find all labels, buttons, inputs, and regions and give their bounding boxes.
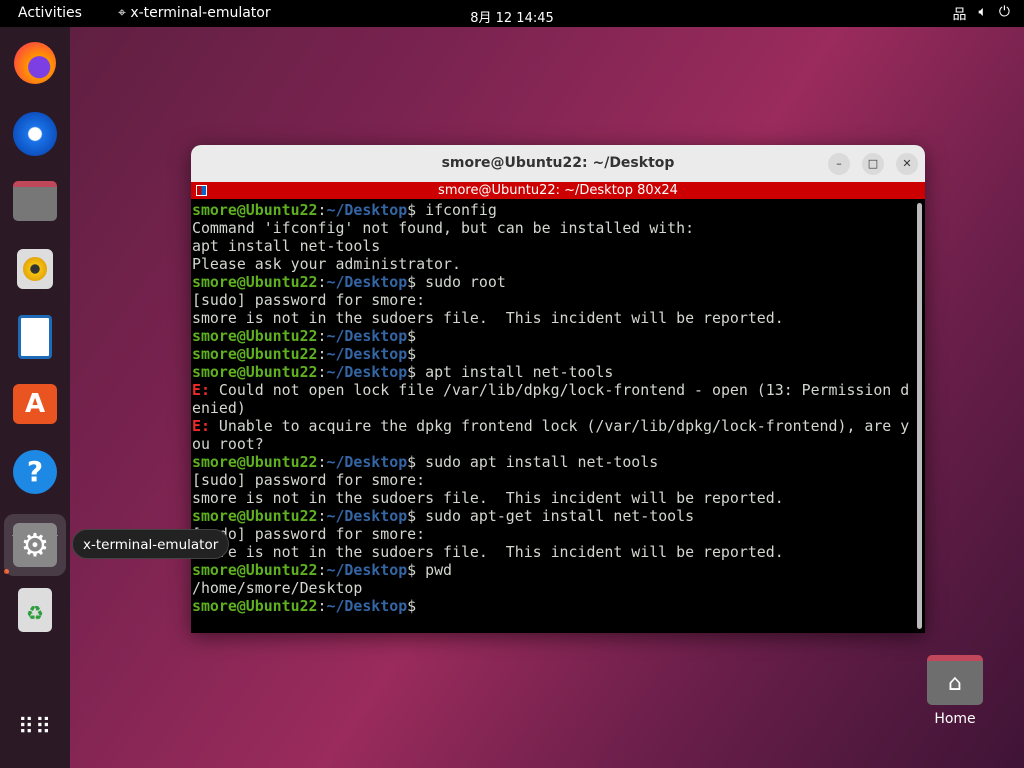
clock[interactable]: 8月 12 14:45 <box>0 7 1024 26</box>
terminal-line: Command 'ifconfig' not found, but can be… <box>192 219 909 237</box>
close-button[interactable]: ✕ <box>896 153 918 175</box>
top-bar: Activities ⌖ x-terminal-emulator 8月 12 1… <box>0 0 1024 27</box>
terminal-text: $ <box>407 345 417 363</box>
terminal-line: E: Unable to acquire the dpkg frontend l… <box>192 417 909 435</box>
settings-icon[interactable]: ⚙ <box>4 514 66 576</box>
terminal-line: Please ask your administrator. <box>192 255 909 273</box>
terminal-text: [sudo] password for smore: <box>192 291 426 309</box>
terminal-text: smore is not in the sudoers file. This i… <box>192 543 784 561</box>
terminal-text: Command 'ifconfig' not found, but can be… <box>192 219 695 237</box>
terminal-text: ~/Desktop <box>326 363 408 381</box>
terminal-output[interactable]: smore@Ubuntu22:~/Desktop$ ifconfig Comman… <box>192 201 909 615</box>
terminal-text: ~/Desktop <box>326 201 408 219</box>
firefox-icon[interactable] <box>10 38 60 88</box>
system-tray[interactable]: 品 🔈︎ ⏻ <box>953 4 1010 24</box>
scrollbar[interactable] <box>917 203 922 629</box>
terminal-text: smore@Ubuntu22 <box>192 201 318 219</box>
help-icon[interactable]: ? <box>10 447 60 497</box>
terminal-line: smore@Ubuntu22:~/Desktop$ <box>192 597 909 615</box>
terminal-line: /home/smore/Desktop <box>192 579 909 597</box>
terminal-text: $ sudo apt install net-tools <box>407 453 659 471</box>
terminal-line: smore@Ubuntu22:~/Desktop$ <box>192 345 909 363</box>
maximize-button[interactable]: □ <box>862 153 884 175</box>
home-folder[interactable]: ⌂ Home <box>925 655 985 727</box>
terminal-text: smore@Ubuntu22 <box>192 273 318 291</box>
terminal-text: E: <box>192 417 219 435</box>
terminal-text: smore@Ubuntu22 <box>192 453 318 471</box>
dock: A ? ⚙ ♻ ⠿⠿ <box>0 27 70 768</box>
trash-icon[interactable]: ♻ <box>10 585 60 635</box>
show-apps-icon[interactable]: ⠿⠿ <box>10 703 60 753</box>
thunderbird-icon[interactable] <box>10 109 60 159</box>
xterm-titlebar: smore@Ubuntu22: ~/Desktop 80x24 <box>191 182 925 199</box>
terminal-text: smore is not in the sudoers file. This i… <box>192 489 784 507</box>
libreoffice-writer-icon[interactable] <box>10 312 60 362</box>
terminal-text: ~/Desktop <box>326 327 408 345</box>
volume-icon: 🔈︎ <box>978 4 987 20</box>
terminal-text: [sudo] password for smore: <box>192 471 426 489</box>
terminal-text: ~/Desktop <box>326 453 408 471</box>
terminal-text: smore@Ubuntu22 <box>192 561 318 579</box>
terminal-text: $ apt install net-tools <box>407 363 614 381</box>
terminal-line: smore@Ubuntu22:~/Desktop$ ifconfig <box>192 201 909 219</box>
terminal-text: $ sudo apt-get install net-tools <box>407 507 695 525</box>
network-icon: 品 <box>952 7 967 23</box>
terminal-line: [sudo] password for smore: <box>192 291 909 309</box>
terminal-text: ~/Desktop <box>326 597 408 615</box>
terminal-line: smore@Ubuntu22:~/Desktop$ apt install ne… <box>192 363 909 381</box>
terminal-line: smore@Ubuntu22:~/Desktop$ sudo apt-get i… <box>192 507 909 525</box>
power-icon: ⏻ <box>998 4 1010 20</box>
minimize-button[interactable]: – <box>828 153 850 175</box>
terminal-line: E: Could not open lock file /var/lib/dpk… <box>192 381 909 399</box>
terminal-text: ~/Desktop <box>326 507 408 525</box>
terminal-text: ou root? <box>192 435 264 453</box>
terminal-window: smore@Ubuntu22: ~/Desktop – □ ✕ smore@Ub… <box>191 145 925 633</box>
terminal-text: smore is not in the sudoers file. This i… <box>192 309 784 327</box>
terminal-text: ~/Desktop <box>326 273 408 291</box>
terminal-text: ~/Desktop <box>326 345 408 363</box>
terminal-text: smore@Ubuntu22 <box>192 597 318 615</box>
terminal-text: /home/smore/Desktop <box>192 579 363 597</box>
terminal-line: smore is not in the sudoers file. This i… <box>192 543 909 561</box>
terminal-text: $ pwd <box>407 561 452 579</box>
rhythmbox-icon[interactable] <box>10 244 60 294</box>
terminal-text: Unable to acquire the dpkg frontend lock… <box>218 417 910 435</box>
files-icon[interactable] <box>10 176 60 226</box>
terminal-line: smore@Ubuntu22:~/Desktop$ pwd <box>192 561 909 579</box>
terminal-text: smore@Ubuntu22 <box>192 363 318 381</box>
dock-tooltip: x-terminal-emulator <box>72 529 230 559</box>
terminal-text: $ sudo root <box>407 273 506 291</box>
terminal-text: Could not open lock file /var/lib/dpkg/l… <box>218 381 910 399</box>
terminal-line: apt install net-tools <box>192 237 909 255</box>
terminal-line: smore@Ubuntu22:~/Desktop$ sudo apt insta… <box>192 453 909 471</box>
xterm-menu-icon[interactable] <box>196 185 207 196</box>
terminal-text: apt install net-tools <box>192 237 381 255</box>
terminal-line: smore@Ubuntu22:~/Desktop$ sudo root <box>192 273 909 291</box>
terminal-text: ~/Desktop <box>326 561 408 579</box>
terminal-text: enied) <box>192 399 246 417</box>
terminal-text: Please ask your administrator. <box>192 255 461 273</box>
window-titlebar[interactable]: smore@Ubuntu22: ~/Desktop – □ ✕ <box>191 145 925 182</box>
terminal-line: ou root? <box>192 435 909 453</box>
terminal-text: smore@Ubuntu22 <box>192 327 318 345</box>
terminal-line: enied) <box>192 399 909 417</box>
terminal-line: smore@Ubuntu22:~/Desktop$ <box>192 327 909 345</box>
terminal-text: smore@Ubuntu22 <box>192 345 318 363</box>
terminal-text: smore@Ubuntu22 <box>192 507 318 525</box>
terminal-text: $ <box>407 327 417 345</box>
terminal-line: smore is not in the sudoers file. This i… <box>192 489 909 507</box>
home-folder-icon: ⌂ <box>927 655 983 705</box>
terminal-line: [sudo] password for smore: <box>192 471 909 489</box>
terminal-line: smore is not in the sudoers file. This i… <box>192 309 909 327</box>
app-center-icon[interactable]: A <box>10 379 60 429</box>
terminal-text: $ <box>407 597 417 615</box>
terminal-text: E: <box>192 381 219 399</box>
terminal-line: [sudo] password for smore: <box>192 525 909 543</box>
terminal-text: $ ifconfig <box>407 201 497 219</box>
